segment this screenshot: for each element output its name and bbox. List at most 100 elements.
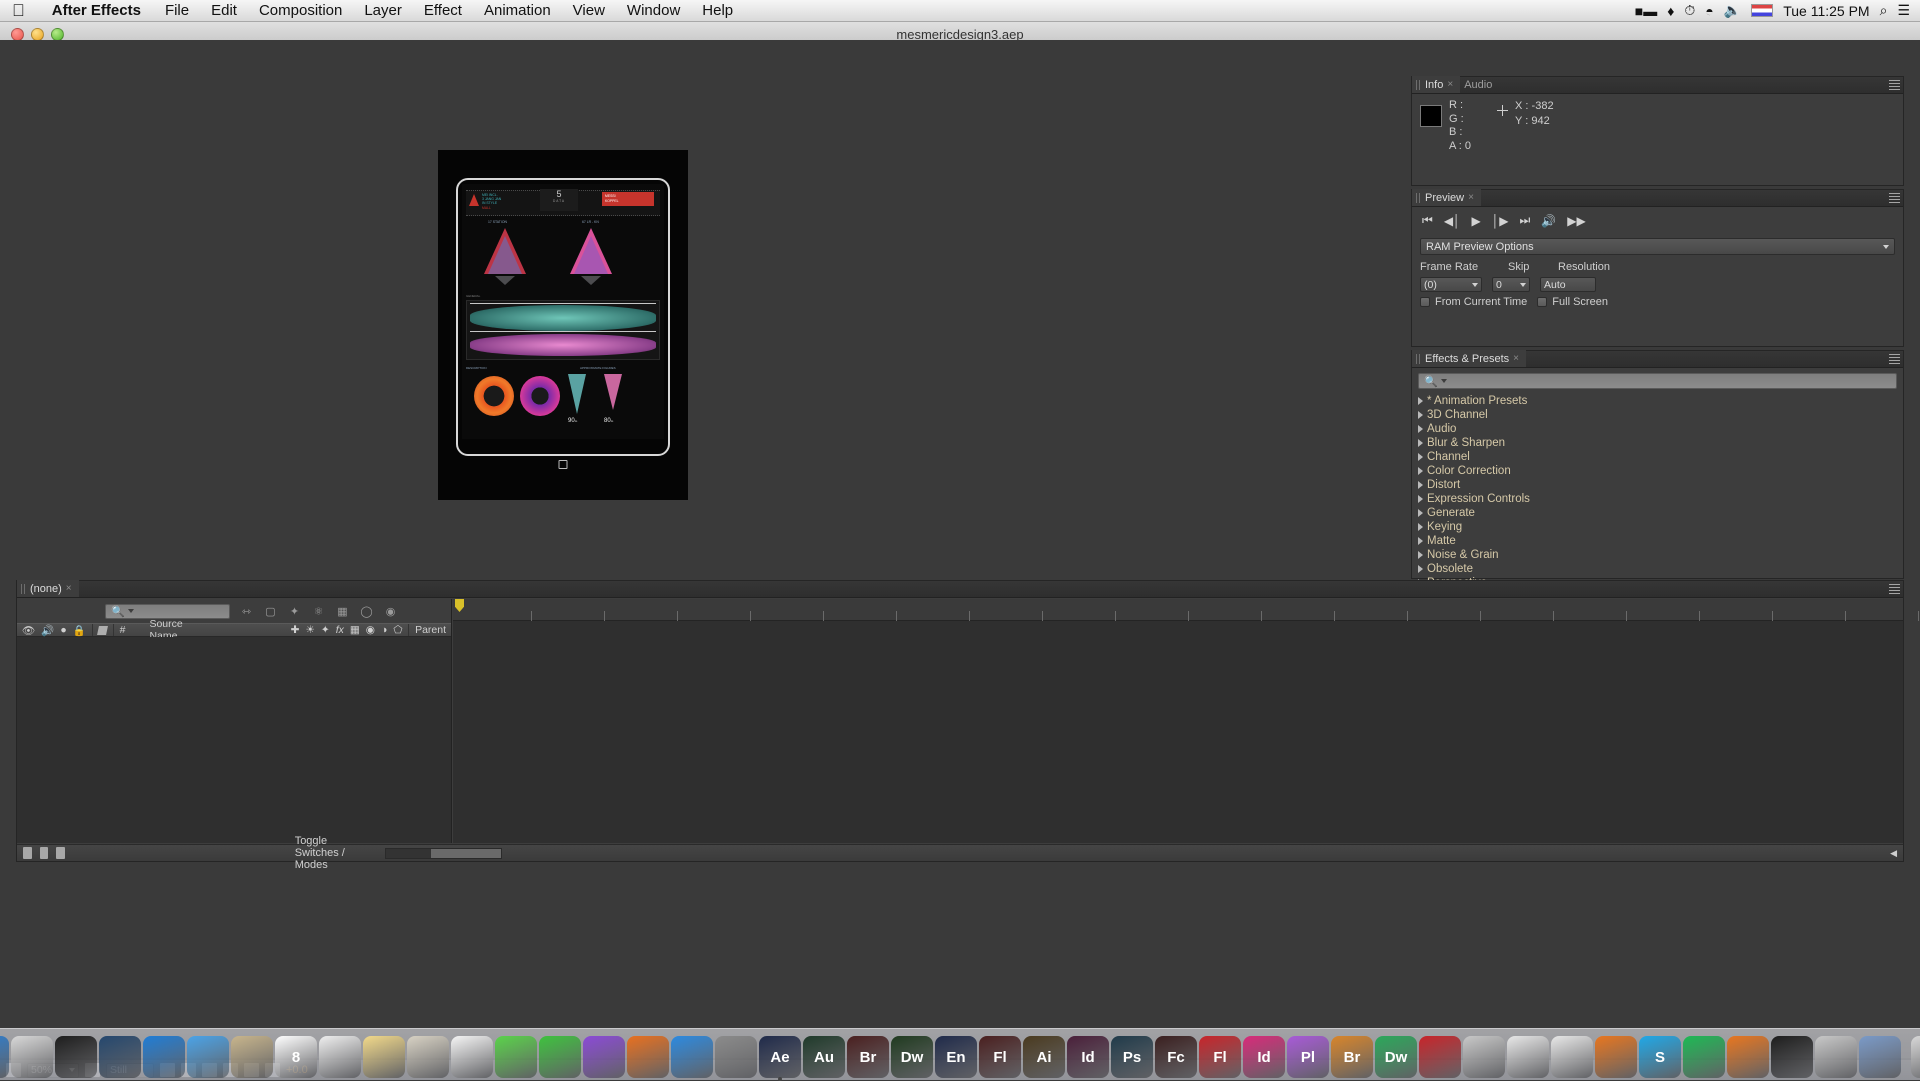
dock-item-illustrator[interactable]: Ai bbox=[1023, 1036, 1065, 1078]
timeline-track-area[interactable] bbox=[453, 621, 1903, 843]
menu-view[interactable]: View bbox=[562, 2, 616, 19]
twirl-icon[interactable] bbox=[1418, 453, 1423, 461]
dock-item-downloads-folder[interactable] bbox=[1815, 1036, 1857, 1078]
time-machine-icon[interactable]: ⏱ bbox=[1684, 2, 1695, 19]
timeline-ruler[interactable] bbox=[453, 599, 1903, 621]
first-frame-button[interactable]: ⏮ bbox=[1422, 213, 1433, 228]
lock-icon[interactable]: 🔒 bbox=[73, 624, 86, 637]
motion-blur-icon[interactable]: ⚛ bbox=[311, 604, 326, 618]
panel-menu-icon[interactable] bbox=[1889, 193, 1900, 203]
3d-layer-icon[interactable]: ⬠ bbox=[393, 624, 402, 636]
dock-item-messages[interactable] bbox=[495, 1036, 537, 1078]
dock-item-flash-builder[interactable]: Fl bbox=[1199, 1036, 1241, 1078]
3d-renderer-icon[interactable]: ◉ bbox=[383, 604, 398, 618]
flag-icon[interactable] bbox=[1751, 4, 1773, 17]
menu-window[interactable]: Window bbox=[616, 2, 691, 19]
menu-effect[interactable]: Effect bbox=[413, 2, 473, 19]
close-icon[interactable]: × bbox=[1447, 79, 1453, 90]
app-name-menu[interactable]: After Effects bbox=[39, 2, 154, 19]
dock-item-fireworks[interactable]: Fc bbox=[1155, 1036, 1197, 1078]
effects-search-input[interactable]: 🔍 bbox=[1418, 373, 1897, 389]
effects-category-item[interactable]: Noise & Grain bbox=[1412, 548, 1903, 562]
menu-composition[interactable]: Composition bbox=[248, 2, 353, 19]
dock-item-chrome[interactable] bbox=[1551, 1036, 1593, 1078]
dock-item-safari[interactable] bbox=[143, 1036, 185, 1078]
dock-item-flash[interactable]: Fl bbox=[979, 1036, 1021, 1078]
dock-item-itunes[interactable] bbox=[583, 1036, 625, 1078]
label-icon[interactable] bbox=[97, 626, 107, 635]
dock-item-system-preferences[interactable] bbox=[715, 1036, 757, 1078]
skip-select[interactable]: 0 bbox=[1492, 277, 1530, 292]
dock-item-photos[interactable] bbox=[451, 1036, 493, 1078]
volume-icon[interactable]: 🔈 bbox=[1724, 2, 1741, 19]
dock-item-mail[interactable] bbox=[187, 1036, 229, 1078]
frameblend-icon[interactable]: ▦ bbox=[350, 624, 360, 636]
dock-item-bridge-2[interactable]: Br bbox=[1331, 1036, 1373, 1078]
dock-item-prelude[interactable]: Pl bbox=[1287, 1036, 1329, 1078]
dock-item-bridge[interactable]: Br bbox=[847, 1036, 889, 1078]
full-screen-checkbox[interactable] bbox=[1537, 297, 1547, 307]
dock-item-notes[interactable] bbox=[363, 1036, 405, 1078]
effects-category-item[interactable]: Obsolete bbox=[1412, 562, 1903, 576]
dock-item-dreamweaver[interactable]: Dw bbox=[891, 1036, 933, 1078]
next-frame-button[interactable]: │▶ bbox=[1492, 214, 1509, 228]
dock-item-audition[interactable]: Au bbox=[803, 1036, 845, 1078]
dock-item-encore[interactable]: En bbox=[935, 1036, 977, 1078]
twirl-icon[interactable] bbox=[1418, 537, 1423, 545]
dock-item-spotify[interactable] bbox=[1683, 1036, 1725, 1078]
effects-category-item[interactable]: Blur & Sharpen bbox=[1412, 436, 1903, 450]
tab-timeline-none[interactable]: (none) × bbox=[17, 580, 79, 597]
dock-item-vlc[interactable] bbox=[1727, 1036, 1769, 1078]
twirl-icon[interactable] bbox=[1418, 551, 1423, 559]
last-frame-button[interactable]: ⏭ bbox=[1520, 213, 1531, 228]
resolution-select[interactable]: Auto bbox=[1540, 277, 1596, 292]
dock-item-skype[interactable]: S bbox=[1639, 1036, 1681, 1078]
timeline-search-input[interactable]: 🔍 bbox=[105, 604, 230, 619]
effects-category-item[interactable]: Audio bbox=[1412, 422, 1903, 436]
twirl-icon[interactable] bbox=[1418, 565, 1423, 573]
playhead-marker[interactable] bbox=[455, 599, 464, 612]
from-current-time-checkbox[interactable] bbox=[1420, 297, 1430, 307]
layer-shy-icon[interactable]: ▢ bbox=[263, 604, 278, 618]
menu-file[interactable]: File bbox=[154, 2, 200, 19]
dock-item-indesign-2[interactable]: Id bbox=[1243, 1036, 1285, 1078]
menu-animation[interactable]: Animation bbox=[473, 2, 562, 19]
scroll-left-icon[interactable]: ◀ bbox=[1890, 848, 1897, 859]
twirl-icon[interactable] bbox=[1418, 411, 1423, 419]
clock-display[interactable]: Tue 11:25 PM bbox=[1783, 3, 1869, 19]
dock-item-facetime[interactable] bbox=[539, 1036, 581, 1078]
close-icon[interactable]: × bbox=[1468, 192, 1474, 203]
anchor-icon[interactable]: ✚ bbox=[291, 624, 300, 636]
ram-preview-options-select[interactable]: RAM Preview Options bbox=[1420, 238, 1895, 255]
audio-icon[interactable]: 🔊 bbox=[41, 624, 54, 637]
twirl-icon[interactable] bbox=[1418, 467, 1423, 475]
twirl-icon[interactable] bbox=[1418, 425, 1423, 433]
tab-info[interactable]: Info × bbox=[1412, 76, 1460, 93]
tab-preview[interactable]: Preview × bbox=[1412, 189, 1481, 206]
menu-edit[interactable]: Edit bbox=[200, 2, 248, 19]
close-icon[interactable]: × bbox=[66, 583, 72, 594]
menu-layer[interactable]: Layer bbox=[353, 2, 413, 19]
solo-icon[interactable]: ● bbox=[60, 624, 66, 636]
dock-item-photoshop[interactable]: Ps bbox=[1111, 1036, 1153, 1078]
panel-menu-icon[interactable] bbox=[1889, 80, 1900, 90]
adjustment-icon[interactable]: ◑ bbox=[381, 624, 387, 636]
notification-center-icon[interactable]: ☰ bbox=[1897, 2, 1910, 19]
effects-category-item[interactable]: Generate bbox=[1412, 506, 1903, 520]
brainstorm-icon[interactable]: ◯ bbox=[359, 604, 374, 618]
twirl-icon[interactable] bbox=[1418, 509, 1423, 517]
dock-item-launchpad[interactable] bbox=[11, 1036, 53, 1078]
quality-icon[interactable]: ☀ bbox=[305, 624, 314, 636]
ram-preview-button[interactable]: ▶▶ bbox=[1567, 214, 1585, 228]
twirl-icon[interactable] bbox=[1418, 439, 1423, 447]
timeline-render-icon[interactable] bbox=[23, 847, 32, 859]
battery-icon[interactable]: ■▬ bbox=[1635, 3, 1657, 19]
menu-help[interactable]: Help bbox=[691, 2, 744, 19]
dock-item-mission-control[interactable] bbox=[99, 1036, 141, 1078]
timeline-graph-icon[interactable] bbox=[56, 847, 65, 859]
dock-item-documents-folder[interactable] bbox=[1859, 1036, 1901, 1078]
previous-frame-button[interactable]: ◀│ bbox=[1444, 214, 1461, 228]
dock-item-reminders[interactable] bbox=[319, 1036, 361, 1078]
dock-item-dreamweaver-2[interactable]: Dw bbox=[1375, 1036, 1417, 1078]
dock-item-utility-1[interactable] bbox=[1463, 1036, 1505, 1078]
